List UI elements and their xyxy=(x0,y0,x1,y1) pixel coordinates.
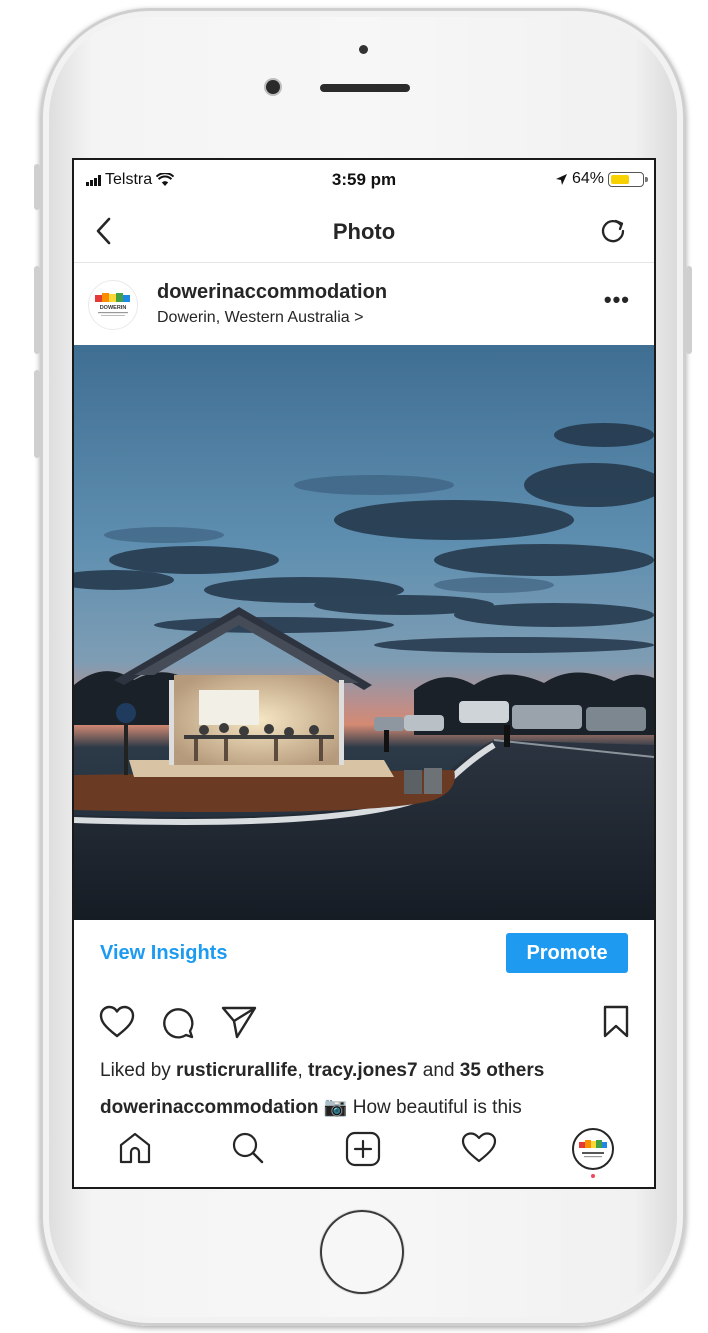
likes-prefix: Liked by xyxy=(100,1060,177,1081)
page-title: Photo xyxy=(332,219,396,244)
likes-sep: , xyxy=(297,1060,309,1081)
dowerin-logo-icon: DOWERIN xyxy=(95,293,130,316)
heart-icon[interactable] xyxy=(98,1004,136,1040)
caption-line: dowerinaccommodation 📷 How beautiful is … xyxy=(100,1095,522,1119)
likes-others[interactable]: 35 others xyxy=(460,1060,544,1081)
add-icon[interactable] xyxy=(344,1130,382,1168)
proximity-sensor xyxy=(359,45,368,54)
battery-fill xyxy=(611,174,629,184)
camera-emoji-icon: 📷 xyxy=(323,1097,348,1118)
tab-bar xyxy=(74,1118,654,1187)
home-button[interactable] xyxy=(320,1210,404,1294)
liker-1[interactable]: rusticrurallife xyxy=(176,1060,297,1081)
power-button xyxy=(686,266,692,354)
post-avatar[interactable]: DOWERIN xyxy=(88,280,138,330)
campground-dusk-image xyxy=(74,345,654,920)
promote-button[interactable]: Promote xyxy=(506,933,628,973)
mute-switch xyxy=(34,164,40,210)
comment-icon[interactable] xyxy=(160,1004,196,1040)
bookmark-icon[interactable] xyxy=(602,1004,630,1040)
post-username[interactable]: dowerinaccommodation xyxy=(157,281,387,304)
battery-percent: 64% xyxy=(571,170,604,187)
insights-row: View Insights Promote xyxy=(74,920,654,996)
nav-bar: Photo xyxy=(74,202,654,263)
more-options-icon[interactable]: ••• xyxy=(604,287,630,313)
post-header: DOWERIN dowerinaccommodation Dowerin, We… xyxy=(74,263,654,345)
likes-line: Liked by rusticrurallife, tracy.jones7 a… xyxy=(100,1060,544,1082)
view-insights-link[interactable]: View Insights xyxy=(100,942,227,965)
avatar-logo-text: DOWERIN xyxy=(100,305,127,311)
battery-icon xyxy=(608,171,648,187)
profile-avatar-icon[interactable] xyxy=(572,1128,614,1170)
front-camera xyxy=(266,80,280,94)
profile-logo-icon xyxy=(579,1140,607,1158)
phone-screen: Telstra 3:59 pm 64% Photo DOWERIN doweri… xyxy=(74,160,654,1187)
earpiece-speaker xyxy=(320,84,410,92)
liker-2[interactable]: tracy.jones7 xyxy=(308,1060,417,1081)
caption-username[interactable]: dowerinaccommodation xyxy=(100,1097,319,1118)
share-icon[interactable] xyxy=(220,1004,258,1040)
reload-icon[interactable] xyxy=(598,216,628,246)
caption-text: How beautiful is this xyxy=(352,1097,522,1118)
status-bar: Telstra 3:59 pm 64% xyxy=(74,160,654,202)
likes-and: and xyxy=(417,1060,460,1081)
post-location[interactable]: Dowerin, Western Australia > xyxy=(157,309,363,327)
volume-up-button xyxy=(34,266,40,354)
location-arrow-icon xyxy=(555,173,567,185)
post-photo[interactable] xyxy=(74,345,654,920)
status-right: 64% xyxy=(555,170,648,188)
activity-heart-icon[interactable] xyxy=(460,1130,498,1166)
notification-dot xyxy=(591,1174,595,1178)
search-icon[interactable] xyxy=(230,1130,266,1166)
home-icon[interactable] xyxy=(116,1130,154,1166)
volume-down-button xyxy=(34,370,40,458)
post-actions xyxy=(74,996,654,1056)
